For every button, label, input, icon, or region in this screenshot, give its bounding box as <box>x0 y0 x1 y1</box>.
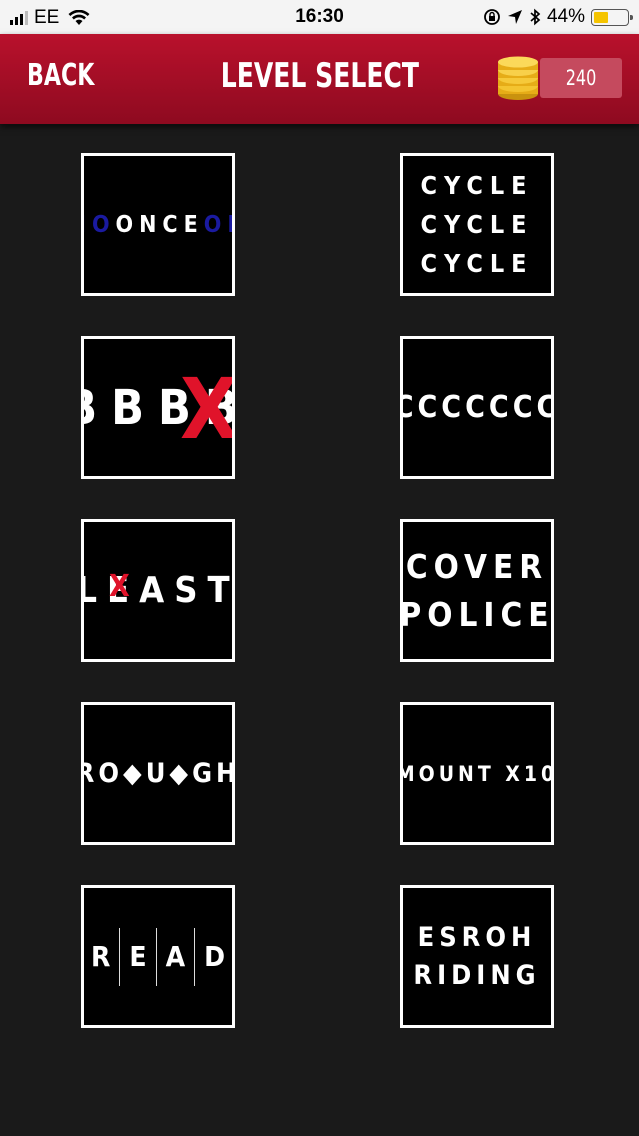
level-tile-mooneon[interactable]: MOONCEON <box>81 153 235 296</box>
tile-text: CYCLE CYCLE CYCLE <box>420 171 534 278</box>
tile-text: RO◆U◆GH <box>84 758 232 789</box>
level-tile-esroh-riding[interactable]: ESROH RIDING <box>400 885 554 1028</box>
red-x-mark: X <box>180 360 235 458</box>
crossed-letter: EX <box>107 569 140 611</box>
level-tile-cycle[interactable]: CYCLE CYCLE CYCLE <box>400 153 554 296</box>
battery-percent: 44% <box>546 6 585 27</box>
level-tile-cover-police[interactable]: COVER POLICE <box>400 519 554 662</box>
tile-text: LEXAST <box>84 569 235 611</box>
battery-icon <box>591 8 633 26</box>
header-bar: BACK LEVEL SELECT 240 <box>0 34 639 124</box>
location-icon <box>507 10 522 24</box>
tile-text: MOUNT X10 <box>400 761 554 786</box>
tile-text: COVER POLICE <box>400 546 554 634</box>
coin-balance: 240 <box>540 58 622 98</box>
red-x-mark: X <box>109 569 140 604</box>
level-tile-least[interactable]: LEXAST <box>81 519 235 662</box>
rotation-lock-icon <box>484 9 500 25</box>
tile-text: ESROH RIDING <box>413 921 541 991</box>
diamond-icon: ◆ <box>123 758 146 789</box>
tile-text: MOONCEON <box>84 211 232 238</box>
level-tile-ccccccc[interactable]: CCCCCCC <box>400 336 554 479</box>
diamond-icon: ◆ <box>169 758 193 789</box>
status-right: 44% <box>483 6 633 28</box>
level-tile-bbbb[interactable]: BBBB X <box>81 336 235 479</box>
coins-icon <box>498 56 538 100</box>
level-tile-read[interactable]: R E A D <box>81 885 235 1028</box>
bluetooth-icon <box>530 8 541 26</box>
level-tile-rough[interactable]: RO◆U◆GH <box>81 702 235 845</box>
status-bar: EE 16:30 44% <box>0 0 639 34</box>
level-tile-mount-x10[interactable]: MOUNT X10 <box>400 702 554 845</box>
tile-text: R E A D <box>84 927 232 986</box>
battery-fill <box>594 11 608 23</box>
tile-text: CCCCCCC <box>400 390 554 425</box>
